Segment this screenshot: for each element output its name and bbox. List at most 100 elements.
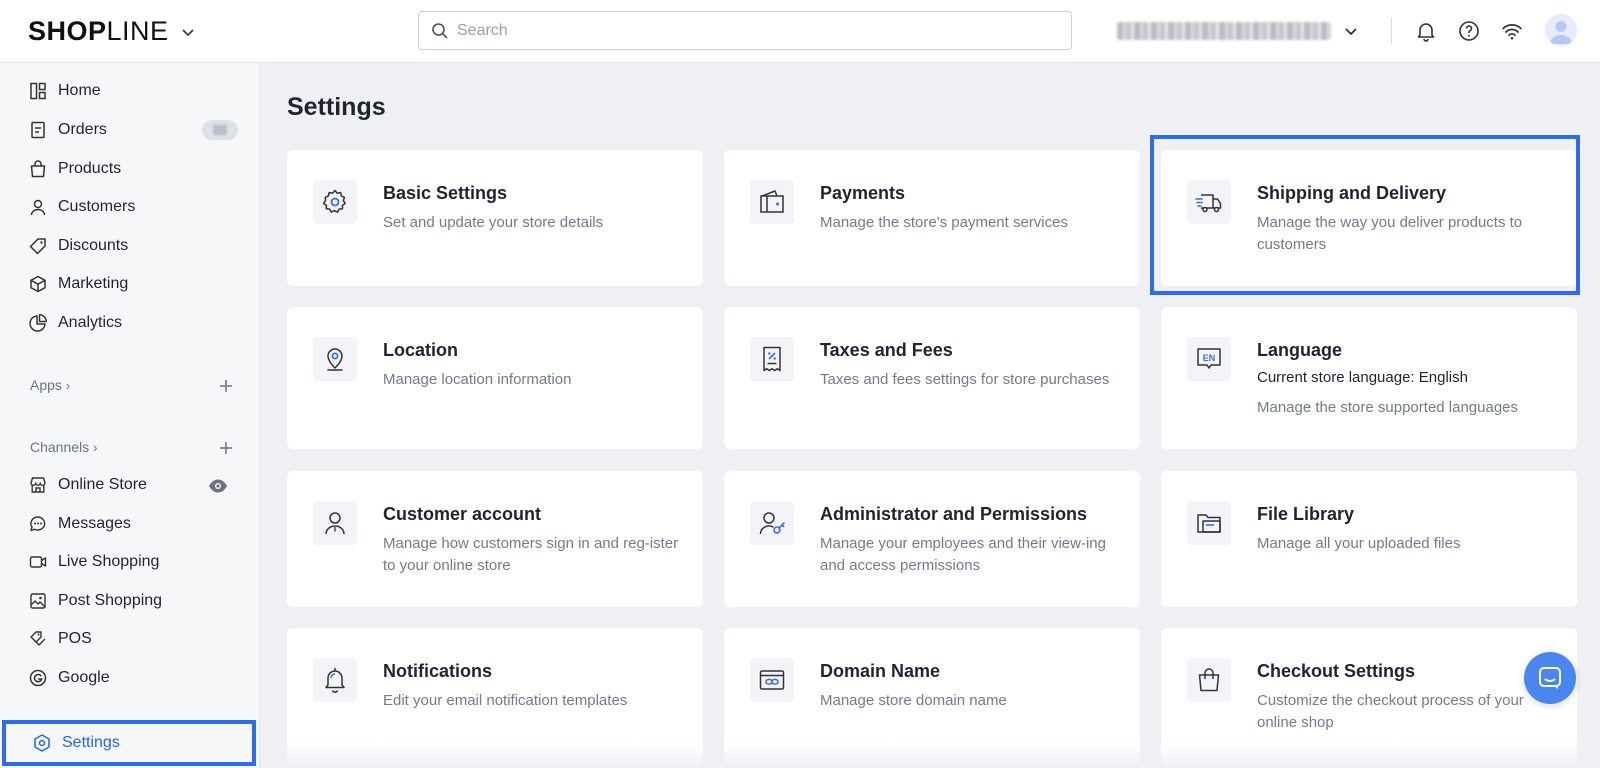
orders-icon [31, 121, 45, 139]
search-box[interactable] [418, 11, 1072, 50]
card-icon-wrap [313, 337, 357, 381]
wifi-icon[interactable] [1500, 19, 1524, 43]
notification-bell-icon[interactable] [1414, 19, 1438, 43]
card-taxes-and-fees[interactable]: Taxes and Fees Taxes and fees settings f… [724, 307, 1140, 449]
card-title: Language [1257, 340, 1343, 360]
products-icon [30, 160, 46, 178]
card-description: Manage your employees and their view-ing… [820, 535, 1106, 574]
header-divider [1391, 18, 1392, 44]
online-store-icon [30, 477, 46, 493]
folder-icon [1197, 514, 1221, 533]
logo-bold: SHOP [28, 16, 107, 46]
location-pin-icon [327, 348, 343, 371]
add-channel-plus-icon[interactable] [218, 440, 234, 456]
card-icon-wrap [313, 501, 357, 545]
card-title: Domain Name [820, 661, 941, 681]
sidebar-item-settings[interactable]: Settings [2, 720, 256, 766]
sidebar-item-label: Discounts [58, 237, 129, 254]
sidebar-item-customers[interactable]: Customers [28, 193, 238, 221]
help-icon[interactable] [1457, 19, 1481, 43]
store-chevron-down-icon[interactable] [1342, 22, 1360, 40]
sidebar-item-online-store[interactable]: Online Store [28, 471, 238, 499]
card-title: Payments [820, 183, 906, 203]
shopline-logo[interactable]: SHOP LINE [28, 16, 195, 47]
analytics-icon [29, 314, 47, 332]
sidebar-item-messages[interactable]: Messages [28, 510, 238, 538]
sidebar-item-products[interactable]: Products [28, 155, 238, 183]
card-description: Manage the store supported languages [1257, 399, 1519, 416]
sidebar-item-google[interactable]: Google [28, 664, 238, 692]
channels-section-label[interactable]: Channels › [30, 439, 98, 455]
sidebar-item-label: Settings [62, 734, 120, 751]
card-description: Manage the store's payment services [820, 214, 1068, 231]
sidebar-item-home[interactable]: Home [28, 77, 238, 105]
chat-support-button[interactable] [1524, 652, 1576, 704]
post-shopping-icon [30, 593, 46, 609]
sidebar-item-discounts[interactable]: Discounts [28, 232, 238, 260]
card-file-library[interactable]: File Library Manage all your uploaded fi… [1161, 471, 1577, 607]
admin-key-icon [759, 512, 785, 535]
settings-hex-icon [34, 734, 50, 752]
shopping-bag-icon [1198, 668, 1220, 692]
card-description: Set and update your store details [383, 214, 604, 231]
card-title: Basic Settings [383, 183, 508, 203]
card-description: Manage location information [383, 371, 572, 388]
receipt-icon [763, 346, 781, 372]
customer-account-icon [325, 512, 345, 535]
shipping-card-highlight [1150, 135, 1580, 295]
channels-label: Channels [30, 439, 90, 455]
card-description: Customize the checkout process of your o… [1257, 692, 1524, 731]
card-title: Notifications [383, 661, 493, 681]
card-payments[interactable]: Payments Manage the store's payment serv… [724, 150, 1140, 286]
sidebar-item-orders[interactable]: Orders [28, 116, 238, 144]
language-en-icon: EN [1197, 348, 1221, 369]
sidebar-item-marketing[interactable]: Marketing [28, 270, 238, 298]
user-avatar[interactable] [1545, 14, 1577, 46]
apps-label: Apps [30, 377, 62, 393]
apps-section-label[interactable]: Apps › [30, 377, 70, 393]
card-icon-wrap [313, 180, 357, 224]
card-icon-wrap: EN [1187, 337, 1231, 381]
card-checkout-settings[interactable]: Checkout Settings Customize the checkout… [1161, 628, 1577, 764]
sidebar-item-analytics[interactable]: Analytics [28, 309, 238, 337]
eye-icon[interactable] [208, 476, 228, 496]
card-description: Edit your email notification templates [383, 692, 628, 709]
sidebar-item-post-shopping[interactable]: Post Shopping [28, 587, 238, 615]
card-icon-wrap [750, 501, 794, 545]
card-administrator-and-permissions[interactable]: Administrator and Permissions Manage you… [724, 471, 1140, 607]
bell-icon [325, 667, 345, 693]
sidebar-item-label: Post Shopping [58, 592, 163, 609]
search-input[interactable] [457, 21, 1017, 40]
chevron-right-icon: › [65, 377, 71, 393]
google-icon [29, 669, 47, 687]
card-icon-wrap [750, 658, 794, 702]
sidebar-item-live-shopping[interactable]: Live Shopping [28, 548, 238, 576]
card-location[interactable]: Location Manage location information [287, 307, 703, 449]
sidebar-item-label: Customers [58, 198, 136, 215]
domain-link-icon [759, 670, 785, 690]
marketing-icon [30, 275, 46, 293]
add-app-plus-icon[interactable] [218, 378, 234, 394]
store-name-redacted[interactable] [1117, 22, 1331, 40]
card-description: Manage all your uploaded files [1257, 535, 1461, 552]
card-basic-settings[interactable]: Basic Settings Set and update your store… [287, 150, 703, 286]
sidebar: Home Orders Products Customers Discounts… [0, 63, 260, 768]
card-icon-wrap [750, 337, 794, 381]
card-icon-wrap [1187, 501, 1231, 545]
search-icon [432, 22, 448, 39]
sidebar-item-label: POS [58, 630, 92, 647]
card-icon-wrap [313, 658, 357, 702]
current-language-text: Current store language: English [1257, 369, 1468, 386]
card-language[interactable]: EN Language Current store language: Engl… [1161, 307, 1577, 449]
gear-icon [322, 189, 346, 213]
wallet-icon [760, 190, 784, 213]
card-title: Checkout Settings [1257, 661, 1416, 681]
card-domain-name[interactable]: Domain Name Manage store domain name [724, 628, 1140, 764]
card-notifications[interactable]: Notifications Edit your email notificati… [287, 628, 703, 764]
card-customer-account[interactable]: Customer account Manage how customers si… [287, 471, 703, 607]
sidebar-item-pos[interactable]: POS [28, 625, 238, 653]
customers-icon [30, 199, 46, 216]
logo-thin: LINE [106, 16, 169, 46]
card-title: Taxes and Fees [820, 340, 953, 360]
card-icon-wrap [1187, 658, 1231, 702]
